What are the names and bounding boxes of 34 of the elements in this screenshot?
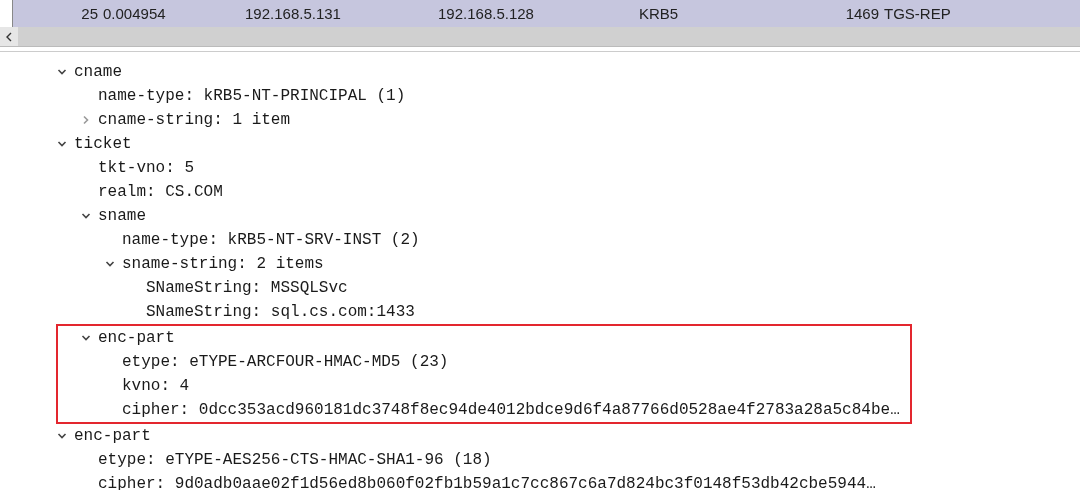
- tree-item[interactable]: cname: [74, 63, 122, 81]
- tree-item[interactable]: name-type: kRB5-NT-SRV-INST (2): [122, 231, 420, 249]
- tree-item[interactable]: kvno: 4: [122, 377, 190, 395]
- expanded-caret-icon[interactable]: [105, 259, 115, 269]
- packet-cell-text: 0.004954: [102, 5, 167, 22]
- packet-cell-text: 25: [80, 5, 98, 22]
- packet-cell-text: KRB5: [638, 5, 680, 22]
- tree-item[interactable]: sname: [98, 207, 146, 225]
- packet-cell-text: 192.168.5.128: [437, 5, 535, 22]
- tree-item[interactable]: etype: eTYPE-ARCFOUR-HMAC-MD5 (23): [122, 353, 449, 371]
- collapsed-caret-icon[interactable]: [81, 115, 91, 125]
- packet-cell-text: 1469: [844, 5, 879, 22]
- expanded-caret-icon[interactable]: [57, 431, 67, 441]
- expanded-caret-icon[interactable]: [81, 333, 91, 343]
- tree-item[interactable]: tkt-vno: 5: [98, 159, 194, 177]
- expanded-caret-icon[interactable]: [81, 211, 91, 221]
- packet-cell-text: 192.168.5.131: [244, 5, 342, 22]
- scroll-left-icon[interactable]: [0, 27, 18, 46]
- horizontal-scrollbar[interactable]: [0, 27, 1080, 47]
- tree-item[interactable]: ticket: [74, 135, 132, 153]
- tree-item[interactable]: cipher: 0dcc353acd960181dc3748f8ec94de4012bdce9d6f4a87766d0528ae4f2783a28a5c84be…: [122, 401, 900, 419]
- packet-cell-text: TGS-REP: [883, 5, 952, 22]
- tree-item[interactable]: enc-part: [74, 427, 151, 445]
- tree-item[interactable]: SNameString: sql.cs.com:1433: [146, 303, 415, 321]
- tree-item[interactable]: etype: eTYPE-AES256-CTS-HMAC-SHA1-96 (18): [98, 451, 492, 469]
- tree-item[interactable]: sname-string: 2 items: [122, 255, 324, 273]
- tree-item[interactable]: cname-string: 1 item: [98, 111, 291, 129]
- tree-item[interactable]: name-type: kRB5-NT-PRINCIPAL (1): [98, 87, 406, 105]
- tree-item[interactable]: enc-part: [98, 329, 175, 347]
- expanded-caret-icon[interactable]: [57, 67, 67, 77]
- tree-item[interactable]: realm: CS.COM: [98, 183, 223, 201]
- expanded-caret-icon[interactable]: [57, 139, 67, 149]
- tree-item[interactable]: SNameString: MSSQLSvc: [146, 279, 348, 297]
- packet-row[interactable]: 25 0.004954 192.168.5.131 192.168.5.128 KRB5 1469 TGS-REP: [12, 0, 1080, 27]
